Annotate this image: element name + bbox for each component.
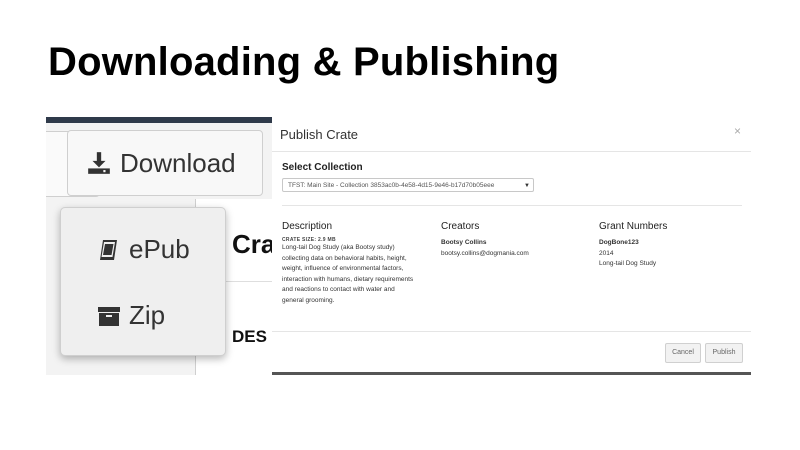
description-line: collecting data on behavioral habits, he… <box>282 254 407 262</box>
slide-title: Downloading & Publishing <box>48 40 560 84</box>
description-line: weight, influence of environmental facto… <box>282 265 404 272</box>
menu-item-epub[interactable]: ePub <box>97 234 190 265</box>
modal-bottom-border <box>272 372 751 375</box>
table-header-cutoff: Cra <box>232 229 272 259</box>
publish-button[interactable]: Publish <box>705 343 743 363</box>
creators-section: Creators Bootsy Collins bootsy.collins@d… <box>441 221 591 259</box>
table-row-cutoff: DES <box>232 327 267 346</box>
archive-icon <box>98 306 120 326</box>
grant-year: 2014 <box>599 249 614 257</box>
grants-heading: Grant Numbers <box>599 221 668 232</box>
select-collection-label: Select Collection <box>282 162 363 173</box>
divider <box>272 151 751 152</box>
creator-email: bootsy.collins@dogmania.com <box>441 249 529 257</box>
book-icon <box>100 239 117 260</box>
download-button[interactable]: Download <box>67 130 263 196</box>
menu-item-zip[interactable]: Zip <box>97 300 165 331</box>
collection-select-value: TFST: Main Site - Collection 3853ac0b-4e… <box>288 182 495 189</box>
description-section: Description CRATE SIZE: 2.9 MB Long-tail… <box>282 221 432 306</box>
grant-id: DogBone123 <box>599 239 639 246</box>
download-screenshot: Download Cra DES ePub Zip <box>46 117 272 375</box>
close-icon[interactable]: × <box>734 124 741 138</box>
download-icon <box>88 152 110 174</box>
description-heading: Description <box>282 221 333 232</box>
grant-name: Long-tail Dog Study <box>599 260 657 267</box>
grants-section: Grant Numbers DogBone123 2014 Long-tail … <box>599 221 749 270</box>
publish-modal: Publish Crate × Select Collection TFST: … <box>272 117 751 375</box>
download-button-label: Download <box>120 147 236 178</box>
menu-item-label: ePub <box>129 234 190 264</box>
creator-name: Bootsy Collins <box>441 239 487 246</box>
description-line: interaction with humans, dietary require… <box>282 275 414 283</box>
collection-select[interactable]: TFST: Main Site - Collection 3853ac0b-4e… <box>282 178 534 192</box>
chevron-down-icon: ▼ <box>524 183 530 189</box>
description-line: general grooming. <box>282 296 335 304</box>
menu-item-label: Zip <box>129 300 166 330</box>
divider <box>282 205 742 206</box>
divider <box>272 331 751 332</box>
description-line: Long-tail Dog Study (aka Bootsy study) <box>282 244 395 251</box>
description-line: and reactions to contact with water and <box>282 286 395 293</box>
top-bar <box>46 117 272 123</box>
cancel-button[interactable]: Cancel <box>665 343 701 363</box>
download-menu: ePub Zip <box>60 207 226 356</box>
creators-heading: Creators <box>441 221 480 232</box>
modal-title: Publish Crate <box>280 127 359 142</box>
